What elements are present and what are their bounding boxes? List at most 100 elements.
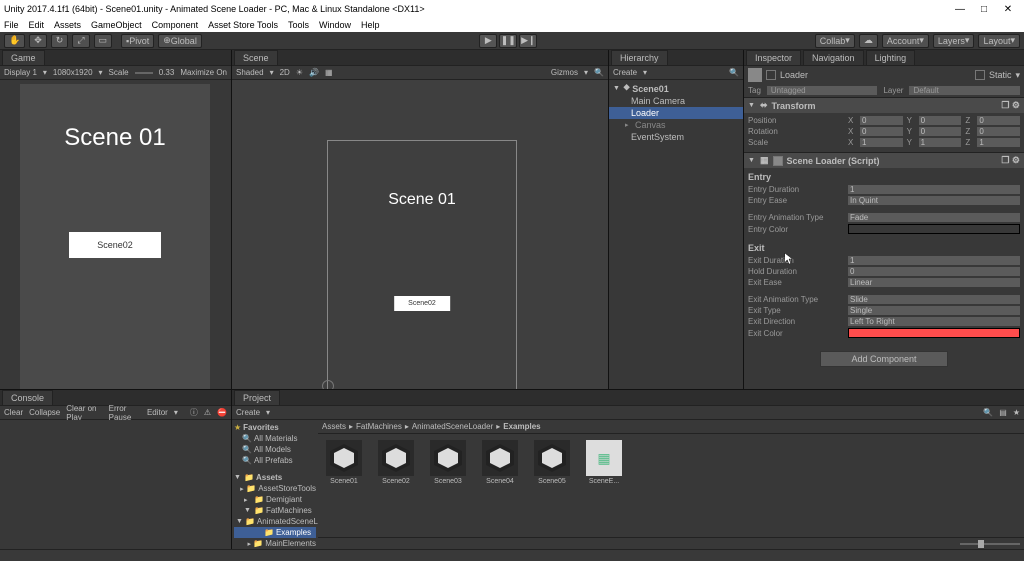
thumbnail-size-slider[interactable] bbox=[960, 543, 1020, 545]
folder-animatedsceneloader[interactable]: ▼📁 AnimatedSceneLo bbox=[234, 516, 316, 527]
exit-direction-dropdown[interactable]: Left To Right bbox=[848, 317, 1020, 326]
static-checkbox[interactable] bbox=[975, 70, 985, 80]
tag-dropdown[interactable]: Untagged bbox=[767, 86, 878, 95]
entry-ease-dropdown[interactable]: In Quint bbox=[848, 196, 1020, 205]
layer-dropdown[interactable]: Default bbox=[909, 86, 1020, 95]
exit-duration-field[interactable]: 1 bbox=[848, 256, 1020, 265]
account-dropdown[interactable]: Account ▾ bbox=[882, 34, 929, 48]
console-editor-button[interactable]: Editor bbox=[147, 408, 168, 417]
rect-tool[interactable]: ▭ bbox=[94, 34, 113, 48]
scale-tool[interactable]: ⤢ bbox=[72, 34, 89, 48]
collab-dropdown[interactable]: Collab ▾ bbox=[815, 34, 855, 48]
rot-x-field[interactable]: 0 bbox=[860, 127, 903, 136]
game-view[interactable]: Scene 01 Scene02 bbox=[0, 80, 231, 389]
project-star-icon[interactable]: ★ bbox=[1013, 408, 1020, 417]
tab-lighting[interactable]: Lighting bbox=[866, 50, 916, 65]
menu-help[interactable]: Help bbox=[361, 20, 380, 30]
hierarchy-item-maincamera[interactable]: Main Camera bbox=[609, 95, 743, 107]
console-clear-button[interactable]: Clear bbox=[4, 408, 23, 417]
entry-duration-field[interactable]: 1 bbox=[848, 185, 1020, 194]
scene-canvas-outline[interactable]: Scene 01 Scene02 bbox=[327, 140, 517, 389]
hand-tool[interactable]: ✋ bbox=[4, 34, 25, 48]
cloud-icon[interactable]: ☁ bbox=[859, 34, 878, 48]
asset-scene01[interactable]: Scene01 bbox=[324, 440, 364, 531]
pos-x-field[interactable]: 0 bbox=[860, 116, 903, 125]
favorite-prefabs[interactable]: 🔍All Prefabs bbox=[234, 455, 316, 466]
play-button[interactable]: ▶ bbox=[479, 34, 497, 48]
menu-gameobject[interactable]: GameObject bbox=[91, 20, 142, 30]
shading-dropdown[interactable]: Shaded bbox=[236, 68, 264, 77]
transform-header[interactable]: ▼⬌ Transform ❐ ⚙ bbox=[744, 98, 1024, 113]
folder-fatmachines[interactable]: ▼📁 FatMachines bbox=[234, 505, 316, 516]
crumb-fatmachines[interactable]: FatMachines bbox=[356, 422, 402, 431]
tab-inspector[interactable]: Inspector bbox=[746, 50, 801, 65]
project-folder-tree[interactable]: ★Favorites 🔍All Materials 🔍All Models 🔍A… bbox=[232, 420, 318, 549]
console-error-icon[interactable]: ⛔ bbox=[217, 408, 227, 417]
favorite-models[interactable]: 🔍All Models bbox=[234, 444, 316, 455]
game-scene-button[interactable]: Scene02 bbox=[69, 232, 161, 258]
minimize-button[interactable]: — bbox=[948, 4, 972, 15]
hierarchy-scene-root[interactable]: ▼⯁ Scene01 bbox=[609, 82, 743, 95]
hierarchy-item-loader[interactable]: Loader bbox=[609, 107, 743, 119]
create-dropdown[interactable]: Create bbox=[613, 68, 637, 77]
hierarchy-item-canvas[interactable]: ▸Canvas bbox=[609, 119, 743, 131]
menu-edit[interactable]: Edit bbox=[29, 20, 45, 30]
gear-icon[interactable]: ❐ ⚙ bbox=[1001, 155, 1020, 166]
hierarchy-panel[interactable]: ▼⯁ Scene01 Main Camera Loader ▸Canvas Ev… bbox=[609, 80, 743, 389]
maximize-button[interactable]: □ bbox=[972, 4, 996, 15]
project-search-icon[interactable]: 🔍 bbox=[983, 408, 993, 417]
global-toggle[interactable]: ⊕ Global bbox=[158, 34, 202, 48]
resolution-dropdown[interactable]: 1080x1920 bbox=[53, 68, 93, 77]
move-tool[interactable]: ✥ bbox=[29, 34, 47, 48]
console-errorpause-button[interactable]: Error Pause bbox=[109, 404, 141, 422]
2d-toggle[interactable]: 2D bbox=[280, 68, 290, 77]
crumb-examples[interactable]: Examples bbox=[503, 422, 540, 431]
exit-anim-dropdown[interactable]: Slide bbox=[848, 295, 1020, 304]
exit-color-field[interactable]: ✎ bbox=[848, 328, 1020, 338]
asset-scene04[interactable]: Scene04 bbox=[480, 440, 520, 531]
menu-tools[interactable]: Tools bbox=[288, 20, 309, 30]
folder-mainelements[interactable]: ▸📁 MainElements bbox=[234, 538, 316, 549]
project-assets-grid[interactable]: Scene01 Scene02 Scene03 Scene04 Scene05 … bbox=[318, 434, 1024, 537]
add-component-button[interactable]: Add Component bbox=[820, 351, 947, 367]
sceneloader-header[interactable]: ▼▦ Scene Loader (Script) ❐ ⚙ bbox=[744, 153, 1024, 168]
layers-dropdown[interactable]: Layers ▾ bbox=[933, 34, 975, 48]
exit-type-dropdown[interactable]: Single bbox=[848, 306, 1020, 315]
hierarchy-search-icon[interactable]: 🔍 bbox=[729, 68, 739, 77]
gear-icon[interactable]: ❐ ⚙ bbox=[1001, 100, 1020, 111]
rotate-tool[interactable]: ↻ bbox=[51, 34, 69, 48]
tab-navigation[interactable]: Navigation bbox=[803, 50, 864, 65]
step-button[interactable]: ▶❙ bbox=[519, 34, 537, 48]
pivot-toggle[interactable]: ▪ Pivot bbox=[121, 34, 154, 48]
project-create-dropdown[interactable]: Create bbox=[236, 408, 260, 417]
menu-window[interactable]: Window bbox=[319, 20, 351, 30]
tab-project[interactable]: Project bbox=[234, 390, 280, 405]
scene-gizmo-handle[interactable] bbox=[322, 380, 334, 389]
tab-hierarchy[interactable]: Hierarchy bbox=[611, 50, 668, 65]
pause-button[interactable]: ❚❚ bbox=[499, 34, 517, 48]
audio-icon[interactable]: 🔊 bbox=[309, 68, 319, 77]
assets-root[interactable]: ▼📁 Assets bbox=[234, 472, 316, 483]
crumb-animatedsceneloader[interactable]: AnimatedSceneLoader bbox=[412, 422, 493, 431]
asset-scene02[interactable]: Scene02 bbox=[376, 440, 416, 531]
console-warn-icon[interactable]: ⚠ bbox=[204, 408, 211, 417]
console-clearplay-button[interactable]: Clear on Play bbox=[66, 404, 102, 422]
scl-x-field[interactable]: 1 bbox=[860, 138, 903, 147]
gizmos-dropdown[interactable]: Gizmos bbox=[551, 68, 578, 77]
console-panel[interactable] bbox=[0, 420, 231, 549]
active-checkbox[interactable] bbox=[766, 70, 776, 80]
sceneloader-enabled-checkbox[interactable] bbox=[773, 156, 783, 166]
folder-demigiant[interactable]: ▸📁 Demigiant bbox=[234, 494, 316, 505]
tab-console[interactable]: Console bbox=[2, 390, 53, 405]
hierarchy-item-eventsystem[interactable]: EventSystem bbox=[609, 131, 743, 143]
folder-assetstoretools[interactable]: ▸📁 AssetStoreTools bbox=[234, 483, 316, 494]
rot-z-field[interactable]: 0 bbox=[977, 127, 1020, 136]
project-filter-icon[interactable]: ▤ bbox=[999, 408, 1007, 417]
scene-search-icon[interactable]: 🔍 bbox=[594, 68, 604, 77]
fx-icon[interactable]: ▦ bbox=[325, 68, 333, 77]
layout-dropdown[interactable]: Layout ▾ bbox=[978, 34, 1020, 48]
close-button[interactable]: ✕ bbox=[996, 4, 1020, 15]
scl-y-field[interactable]: 1 bbox=[919, 138, 962, 147]
folder-examples[interactable]: 📁 Examples bbox=[234, 527, 316, 538]
exit-ease-dropdown[interactable]: Linear bbox=[848, 278, 1020, 287]
